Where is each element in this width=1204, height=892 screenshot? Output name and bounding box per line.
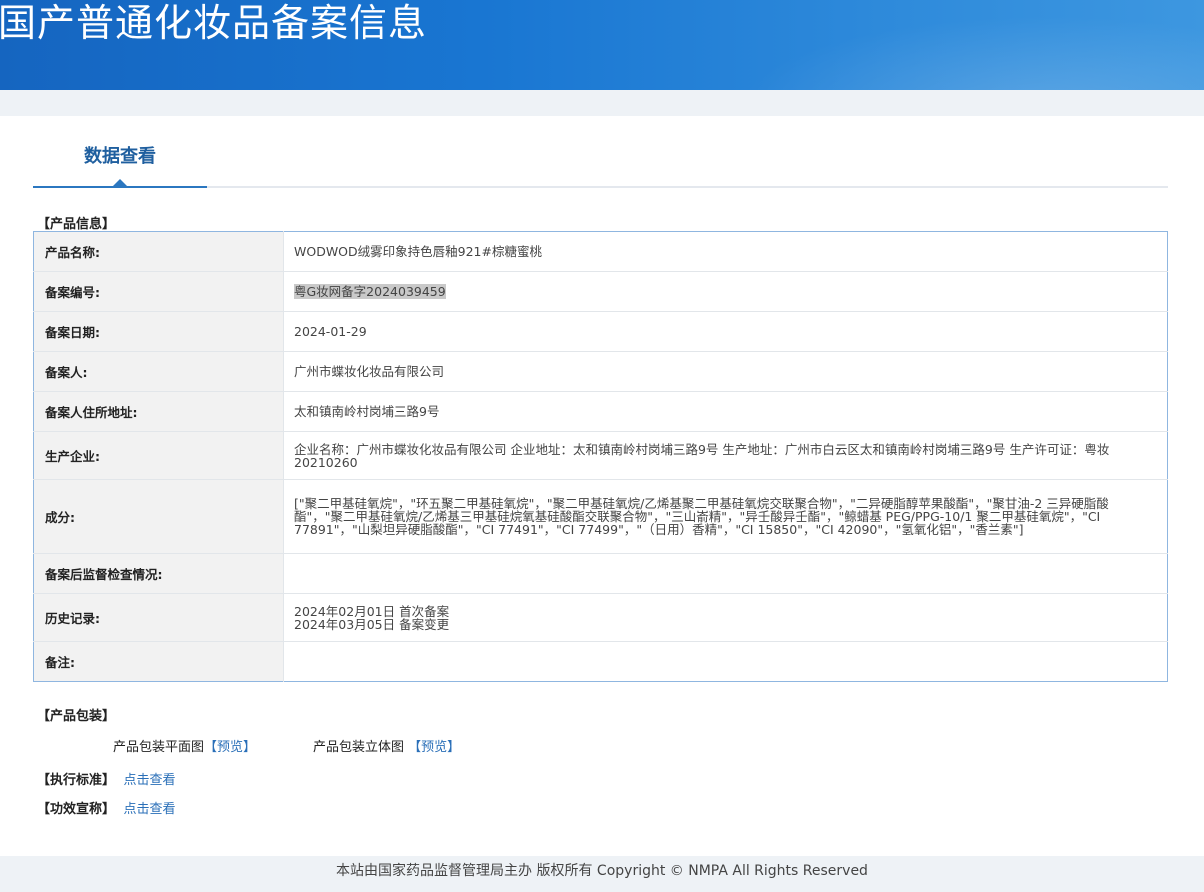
table-row: 备案编号: 粤G妆网备字2024039459 — [33, 271, 1168, 312]
section-title-standard: 【执行标准】 — [37, 773, 116, 788]
row-label: 生产企业: — [33, 431, 284, 480]
row-label: 备案后监督检查情况: — [33, 553, 284, 594]
row-value: WODWOD绒雾印象持色唇釉921#棕糖蜜桃 — [294, 244, 542, 259]
product-info-table: 产品名称: WODWOD绒雾印象持色唇釉921#棕糖蜜桃 备案编号: 粤G妆网备… — [33, 231, 1168, 682]
table-row: 备注: — [33, 641, 1168, 682]
row-value: 2024年02月01日 首次备案 2024年03月05日 备案变更 — [283, 593, 1168, 642]
footer: 本站由国家药品监督管理局主办 版权所有 Copyright © NMPA All… — [0, 856, 1204, 892]
standard-row: 【执行标准】 点击查看 — [37, 769, 176, 788]
table-row: 备案人住所地址: 太和镇南岭村岗埔三路9号 — [33, 391, 1168, 432]
row-value — [283, 641, 1168, 682]
packaging-solid-label: 产品包装立体图 — [313, 740, 405, 755]
row-value: ["聚二甲基硅氧烷"，"环五聚二甲基硅氧烷"，"聚二甲基硅氧烷/乙烯基聚二甲基硅… — [283, 479, 1168, 554]
table-row: 产品名称: WODWOD绒雾印象持色唇釉921#棕糖蜜桃 — [33, 231, 1168, 272]
filing-number-highlight: 粤G妆网备字2024039459 — [294, 284, 446, 299]
row-label: 产品名称: — [33, 231, 284, 272]
packaging-solid-preview-link[interactable]: 【预览】 — [408, 740, 460, 755]
row-value: 企业名称：广州市蝶妆化妆品有限公司 企业地址：太和镇南岭村岗埔三路9号 生产地址… — [283, 431, 1168, 480]
tab-data-view[interactable]: 数据查看 — [33, 116, 207, 188]
content-panel: 数据查看 【产品信息】 产品名称: WODWOD绒雾印象持色唇釉921#棕糖蜜桃… — [0, 116, 1204, 856]
efficacy-view-link[interactable]: 点击查看 — [124, 802, 176, 817]
packaging-flat-preview-link[interactable]: 【预览】 — [204, 740, 256, 755]
table-row: 生产企业: 企业名称：广州市蝶妆化妆品有限公司 企业地址：太和镇南岭村岗埔三路9… — [33, 431, 1168, 480]
table-row: 备案日期: 2024-01-29 — [33, 311, 1168, 352]
banner-decoration — [684, 0, 1204, 90]
row-value: 2024-01-29 — [283, 311, 1168, 352]
row-label: 备案人: — [33, 351, 284, 392]
row-label: 成分: — [33, 479, 284, 554]
tab-bar: 数据查看 — [33, 116, 1168, 188]
row-label: 备案人住所地址: — [33, 391, 284, 432]
efficacy-row: 【功效宣称】 点击查看 — [37, 798, 176, 817]
history-entry: 2024年02月01日 首次备案 — [294, 603, 450, 619]
row-label: 备案日期: — [33, 311, 284, 352]
history-entry: 2024年03月05日 备案变更 — [294, 616, 450, 632]
table-row: 备案后监督检查情况: — [33, 553, 1168, 594]
tab-indicator-arrow-icon — [113, 179, 127, 186]
section-title-efficacy: 【功效宣称】 — [37, 802, 116, 817]
packaging-solid: 产品包装立体图 【预览】 — [313, 736, 460, 755]
row-value: 粤G妆网备字2024039459 — [283, 271, 1168, 312]
section-title-product-info: 【产品信息】 — [37, 217, 116, 232]
row-label: 备注: — [33, 641, 284, 682]
row-value — [283, 553, 1168, 594]
table-row: 备案人: 广州市蝶妆化妆品有限公司 — [33, 351, 1168, 392]
table-row: 成分: ["聚二甲基硅氧烷"，"环五聚二甲基硅氧烷"，"聚二甲基硅氧烷/乙烯基聚… — [33, 479, 1168, 554]
packaging-flat: 产品包装平面图【预览】 — [113, 736, 256, 755]
standard-view-link[interactable]: 点击查看 — [124, 773, 176, 788]
section-title-packaging: 【产品包装】 — [37, 709, 116, 724]
page-title: 国产普通化妆品备案信息 — [0, 1, 428, 45]
row-label: 备案编号: — [33, 271, 284, 312]
header-banner: 国产普通化妆品备案信息 — [0, 0, 1204, 90]
row-label: 历史记录: — [33, 593, 284, 642]
table-row: 历史记录: 2024年02月01日 首次备案 2024年03月05日 备案变更 — [33, 593, 1168, 642]
packaging-flat-label: 产品包装平面图 — [113, 740, 205, 755]
row-value: 广州市蝶妆化妆品有限公司 — [283, 351, 1168, 392]
row-value: 太和镇南岭村岗埔三路9号 — [283, 391, 1168, 432]
